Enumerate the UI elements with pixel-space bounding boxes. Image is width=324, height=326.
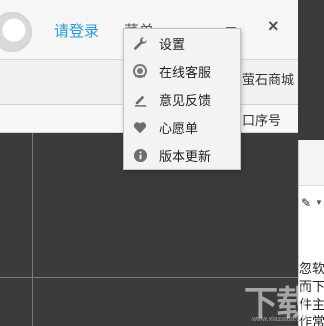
main-menu-dropdown: 设置 在线客服 意见反馈 心愿单 版本更新 [123,28,241,170]
heart-icon [132,119,148,135]
menu-item-version-update[interactable]: 版本更新 [124,141,240,169]
menu-item-label: 在线客服 [159,64,212,80]
headset-icon [132,63,148,79]
tab-store[interactable]: 萤石商城 [242,69,294,88]
column-header-seq: 口序号 [242,113,282,128]
watermark-url: www.xiazaiba.com [252,316,310,323]
login-link[interactable]: 请登录 [54,20,99,41]
menu-item-settings[interactable]: 设置 [124,29,240,57]
info-icon [132,147,148,163]
avatar[interactable] [0,12,32,52]
menu-item-feedback[interactable]: 意见反馈 [124,85,240,113]
menu-item-wishlist[interactable]: 心愿单 [124,113,240,141]
menu-item-online-service[interactable]: 在线客服 [124,57,240,85]
wrench-icon [132,35,148,51]
pencil-icon[interactable]: ✎ [301,196,311,210]
menu-item-label: 版本更新 [159,148,212,164]
caret-down-icon[interactable]: ▼ [315,198,323,207]
menu-item-label: 心愿单 [159,120,199,136]
close-icon[interactable]: × [268,16,279,37]
background-text-line: 忽软件 [299,261,324,276]
grid-divider-vertical [32,133,33,326]
menu-item-label: 设置 [159,36,186,52]
menu-item-label: 意见反馈 [159,92,212,108]
pencil-icon [132,91,148,107]
background-window-toolbar [299,140,324,186]
